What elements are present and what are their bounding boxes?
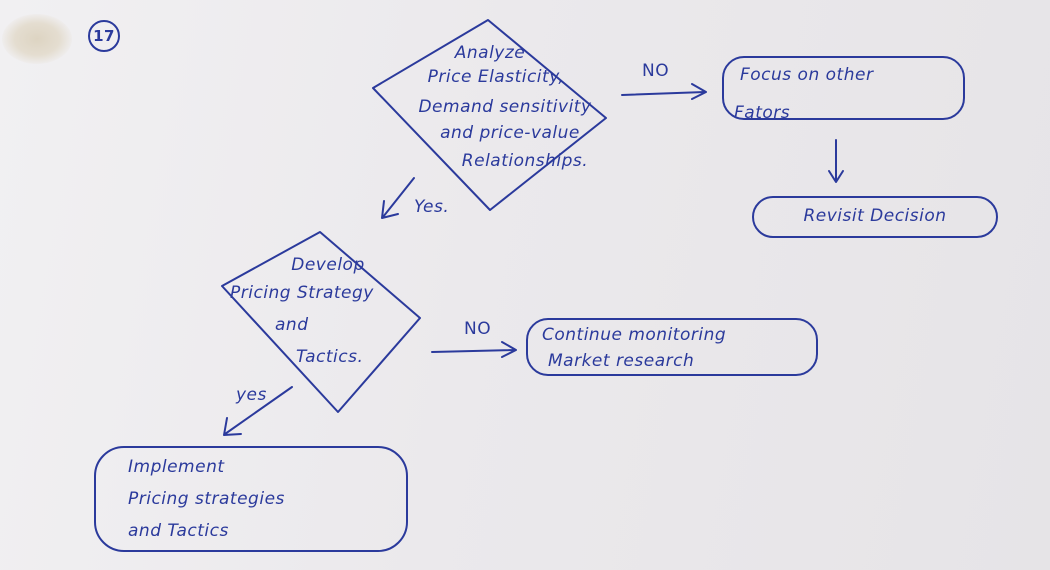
arrow-no-to-focus: [621, 83, 707, 100]
box-implement-line-2: Pricing strategies: [128, 489, 285, 509]
diamond2-line-1: Develop: [291, 255, 365, 275]
label-yes-1: Yes.: [414, 197, 450, 217]
label-yes-2: yes: [236, 385, 267, 405]
box-continue-line-2: Market research: [548, 351, 695, 371]
arrow-focus-to-revisit: [828, 139, 844, 183]
page-number: 17: [93, 27, 115, 45]
diamond2-line-3: and: [275, 315, 309, 335]
diamond2-line-4: Tactics.: [296, 347, 364, 367]
diamond1-line-1: Analyze: [454, 43, 526, 63]
box-revisit-decision-text: Revisit Decision: [803, 206, 947, 226]
box-focus-other-line-2: Fators: [734, 103, 791, 123]
diamond1-line-4: and price-value: [440, 123, 580, 143]
box-implement-line-3: and Tactics: [128, 521, 229, 541]
diamond1-line-2: Price Elasticity,: [427, 67, 565, 87]
diamond2-line-2: Pricing Strategy: [230, 283, 374, 303]
label-no-1: NO: [642, 61, 670, 81]
arrow-yes-to-develop: [381, 177, 415, 219]
diamond1-line-3: Demand sensitivity: [418, 97, 592, 117]
label-no-2: NO: [464, 319, 492, 339]
arrow-no-to-continue: [431, 341, 517, 358]
diamond1-line-5: Relationships.: [461, 151, 589, 171]
whiteboard-canvas: 17 Analyze Price Elasticity, Demand sens…: [0, 0, 1050, 570]
box-continue-line-1: Continue monitoring: [542, 325, 727, 345]
box-focus-other-line-1: Focus on other: [740, 65, 874, 85]
box-implement-line-1: Implement: [128, 457, 225, 477]
